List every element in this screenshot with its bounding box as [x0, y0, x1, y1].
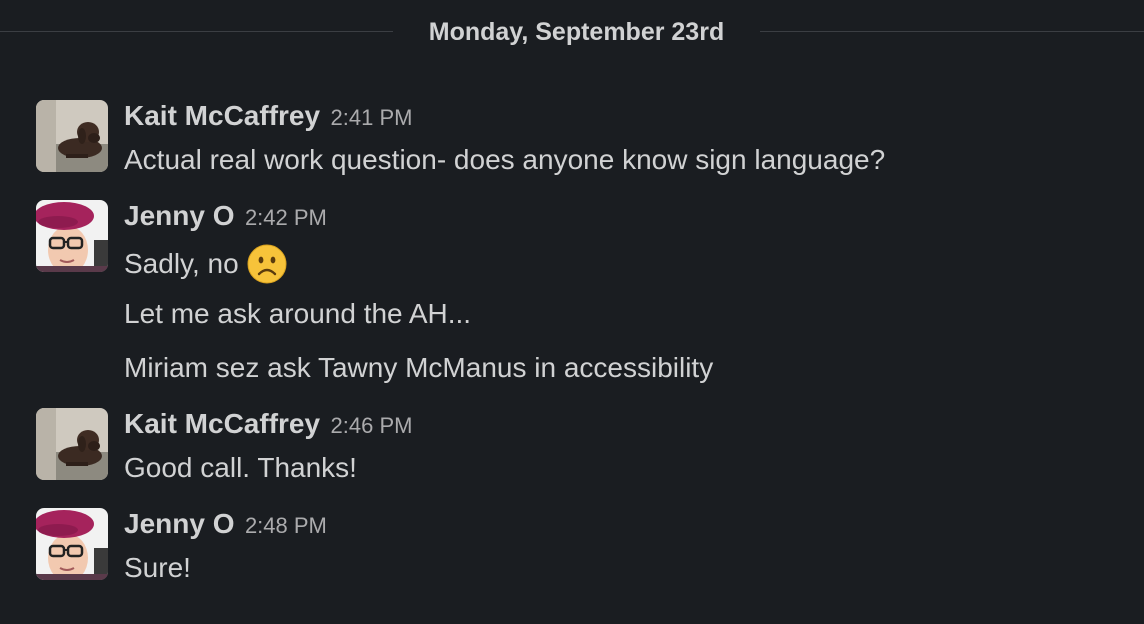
avatar-dog-icon[interactable]	[36, 408, 108, 480]
divider-line-left	[0, 31, 393, 32]
frowning-face-emoji-icon[interactable]	[247, 244, 287, 284]
message-item[interactable]: Kait McCaffrey 2:46 PM Good call. Thanks…	[0, 404, 1144, 500]
avatar-woman-icon[interactable]	[36, 508, 108, 580]
message-item[interactable]: Jenny O 2:48 PM Sure!	[0, 504, 1144, 600]
author-name[interactable]: Jenny O	[124, 200, 234, 231]
date-divider: Monday, September 23rd	[0, 0, 1144, 64]
timestamp[interactable]: 2:41 PM	[331, 105, 413, 130]
message-item[interactable]: Kait McCaffrey 2:41 PM Actual real work …	[0, 96, 1144, 192]
author-name[interactable]: Kait McCaffrey	[124, 408, 320, 439]
message-text: Sure!	[124, 552, 191, 583]
date-divider-label[interactable]: Monday, September 23rd	[393, 14, 760, 50]
divider-line-right	[760, 31, 1144, 32]
message-item[interactable]: Jenny O 2:42 PM Sadly, no Let me ask aro…	[0, 196, 1144, 396]
avatar-dog-icon[interactable]	[36, 100, 108, 172]
message-text: Good call. Thanks!	[124, 452, 357, 483]
message-text: Sadly, no	[124, 248, 239, 279]
author-name[interactable]: Jenny O	[124, 508, 234, 539]
timestamp[interactable]: 2:48 PM	[245, 513, 327, 538]
timestamp[interactable]: 2:42 PM	[245, 205, 327, 230]
avatar-woman-icon[interactable]	[36, 200, 108, 272]
message-text: Actual real work question- does anyone k…	[124, 144, 886, 175]
author-name[interactable]: Kait McCaffrey	[124, 100, 320, 131]
message-text-with-emoji: Sadly, no	[124, 244, 287, 284]
timestamp[interactable]: 2:46 PM	[331, 413, 413, 438]
message-text: Miriam sez ask Tawny McManus in accessib…	[124, 352, 714, 383]
message-text: Let me ask around the AH...	[124, 298, 472, 329]
message-pane: Monday, September 23rd Kait McCaffrey 2:…	[0, 0, 1144, 624]
